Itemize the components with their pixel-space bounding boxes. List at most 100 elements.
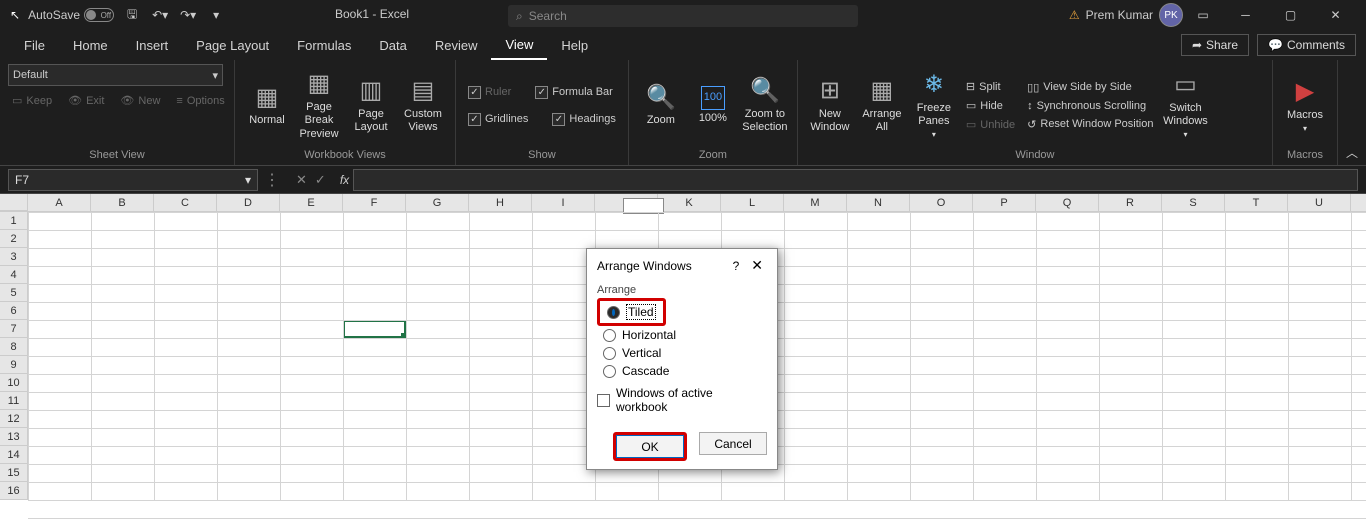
row-header[interactable]: 16 xyxy=(0,482,27,500)
normal-view-button[interactable]: ▦Normal xyxy=(243,71,291,141)
hide-button[interactable]: ▭Hide xyxy=(962,97,1019,114)
column-header[interactable]: T xyxy=(1225,194,1288,211)
sync-scroll-button: ↕Synchronous Scrolling xyxy=(1023,98,1157,114)
cancel-button[interactable]: Cancel xyxy=(699,432,767,455)
column-header[interactable]: I xyxy=(532,194,595,211)
tab-file[interactable]: File xyxy=(10,32,59,59)
arrange-all-button[interactable]: ▦Arrange All xyxy=(858,71,906,141)
tab-help[interactable]: Help xyxy=(547,32,602,59)
formula-bar-checkbox[interactable]: ✓Formula Bar xyxy=(531,84,617,101)
autosave-toggle[interactable]: AutoSave Off xyxy=(28,8,114,22)
radio-cascade[interactable]: Cascade xyxy=(597,362,767,380)
row-header[interactable]: 11 xyxy=(0,392,27,410)
search-box[interactable]: ⌕ Search xyxy=(508,5,858,27)
tab-view[interactable]: View xyxy=(491,31,547,60)
row-header[interactable]: 9 xyxy=(0,356,27,374)
row-header[interactable]: 2 xyxy=(0,230,27,248)
column-header[interactable]: K xyxy=(658,194,721,211)
column-header[interactable]: A xyxy=(28,194,91,211)
arrange-icon: ▦ xyxy=(871,77,894,106)
column-header[interactable]: M xyxy=(784,194,847,211)
toggle-off-icon[interactable]: Off xyxy=(84,8,114,22)
selected-cell[interactable] xyxy=(343,320,406,338)
exit-button[interactable]: 👁Exit xyxy=(64,92,108,109)
column-header[interactable]: H xyxy=(469,194,532,211)
column-header[interactable]: O xyxy=(910,194,973,211)
row-header[interactable]: 14 xyxy=(0,446,27,464)
row-header[interactable]: 1 xyxy=(0,212,27,230)
column-header[interactable]: D xyxy=(217,194,280,211)
minimize-button[interactable]: ─ xyxy=(1223,0,1268,30)
ribbon-display-icon[interactable]: ▭ xyxy=(1193,5,1213,25)
new-window-button[interactable]: ⊞New Window xyxy=(806,71,854,141)
radio-tiled[interactable]: Tiled xyxy=(601,302,662,322)
freeze-panes-button[interactable]: ❄Freeze Panes▾ xyxy=(910,71,958,141)
row-header[interactable]: 10 xyxy=(0,374,27,392)
sheet-view-select[interactable]: Default▾ xyxy=(8,64,223,86)
tab-data[interactable]: Data xyxy=(365,32,420,59)
row-header[interactable]: 15 xyxy=(0,464,27,482)
column-header[interactable]: U xyxy=(1288,194,1351,211)
name-box[interactable]: F7▾ xyxy=(8,169,258,191)
tab-home[interactable]: Home xyxy=(59,32,122,59)
macros-button[interactable]: ▶Macros▾ xyxy=(1281,71,1329,141)
tab-review[interactable]: Review xyxy=(421,32,492,59)
column-header[interactable]: F xyxy=(343,194,406,211)
save-icon[interactable]: 🖫 xyxy=(122,5,142,25)
row-header[interactable]: 4 xyxy=(0,266,27,284)
split-button[interactable]: ⊟Split xyxy=(962,78,1019,95)
help-button[interactable]: ? xyxy=(725,259,748,273)
column-header[interactable]: B xyxy=(91,194,154,211)
column-header[interactable]: R xyxy=(1099,194,1162,211)
page-break-button[interactable]: ▦Page Break Preview xyxy=(295,71,343,141)
formula-input[interactable] xyxy=(353,169,1358,191)
zoom-button[interactable]: 🔍Zoom xyxy=(637,71,685,141)
view-options-button[interactable]: ≡Options xyxy=(172,92,228,109)
close-button[interactable]: ✕ xyxy=(1313,0,1358,30)
custom-views-button[interactable]: ▤Custom Views xyxy=(399,71,447,141)
column-header[interactable]: C xyxy=(154,194,217,211)
redo-icon[interactable]: ↷▾ xyxy=(178,5,198,25)
select-all-corner[interactable] xyxy=(0,194,28,211)
maximize-button[interactable]: ▢ xyxy=(1268,0,1313,30)
radio-horizontal[interactable]: Horizontal xyxy=(597,326,767,344)
row-header[interactable]: 6 xyxy=(0,302,27,320)
page-layout-button[interactable]: ▥Page Layout xyxy=(347,71,395,141)
row-header[interactable]: 8 xyxy=(0,338,27,356)
row-header[interactable]: 13 xyxy=(0,428,27,446)
new-view-button[interactable]: 👁New xyxy=(116,92,164,109)
ok-button[interactable]: OK xyxy=(616,435,684,458)
column-header[interactable]: E xyxy=(280,194,343,211)
enter-formula-icon[interactable]: ✓ xyxy=(315,172,326,188)
row-header[interactable]: 12 xyxy=(0,410,27,428)
column-header[interactable]: P xyxy=(973,194,1036,211)
undo-icon[interactable]: ↶▾ xyxy=(150,5,170,25)
comments-button[interactable]: 💬Comments xyxy=(1257,34,1356,56)
row-header[interactable]: 5 xyxy=(0,284,27,302)
row-header[interactable]: 3 xyxy=(0,248,27,266)
cancel-formula-icon[interactable]: ✕ xyxy=(296,172,307,188)
fx-icon[interactable]: fx xyxy=(336,173,353,187)
close-icon[interactable]: ✕ xyxy=(747,257,767,274)
headings-checkbox[interactable]: ✓Headings xyxy=(548,111,619,128)
gridlines-checkbox[interactable]: ✓Gridlines xyxy=(464,111,532,128)
radio-vertical[interactable]: Vertical xyxy=(597,344,767,362)
tab-page-layout[interactable]: Page Layout xyxy=(182,32,283,59)
column-header[interactable]: S xyxy=(1162,194,1225,211)
column-header[interactable]: G xyxy=(406,194,469,211)
switch-windows-button[interactable]: ▭Switch Windows▾ xyxy=(1161,71,1209,141)
column-header[interactable]: N xyxy=(847,194,910,211)
column-header[interactable]: Q xyxy=(1036,194,1099,211)
tab-formulas[interactable]: Formulas xyxy=(283,32,365,59)
share-button[interactable]: ➦Share xyxy=(1181,34,1249,56)
column-header[interactable]: L xyxy=(721,194,784,211)
row-header[interactable]: 7 xyxy=(0,320,27,338)
user-account[interactable]: ⚠ Prem Kumar PK xyxy=(1069,3,1183,27)
keep-button[interactable]: ▭Keep xyxy=(8,92,56,109)
tab-insert[interactable]: Insert xyxy=(122,32,183,59)
zoom-selection-button[interactable]: 🔍Zoom to Selection xyxy=(741,71,789,141)
zoom-100-button[interactable]: 100100% xyxy=(689,71,737,141)
collapse-ribbon-button[interactable]: ︿ xyxy=(1338,140,1366,165)
active-workbook-checkbox[interactable]: Windows of active workbook xyxy=(597,380,767,416)
qat-customize-icon[interactable]: ▾ xyxy=(206,5,226,25)
